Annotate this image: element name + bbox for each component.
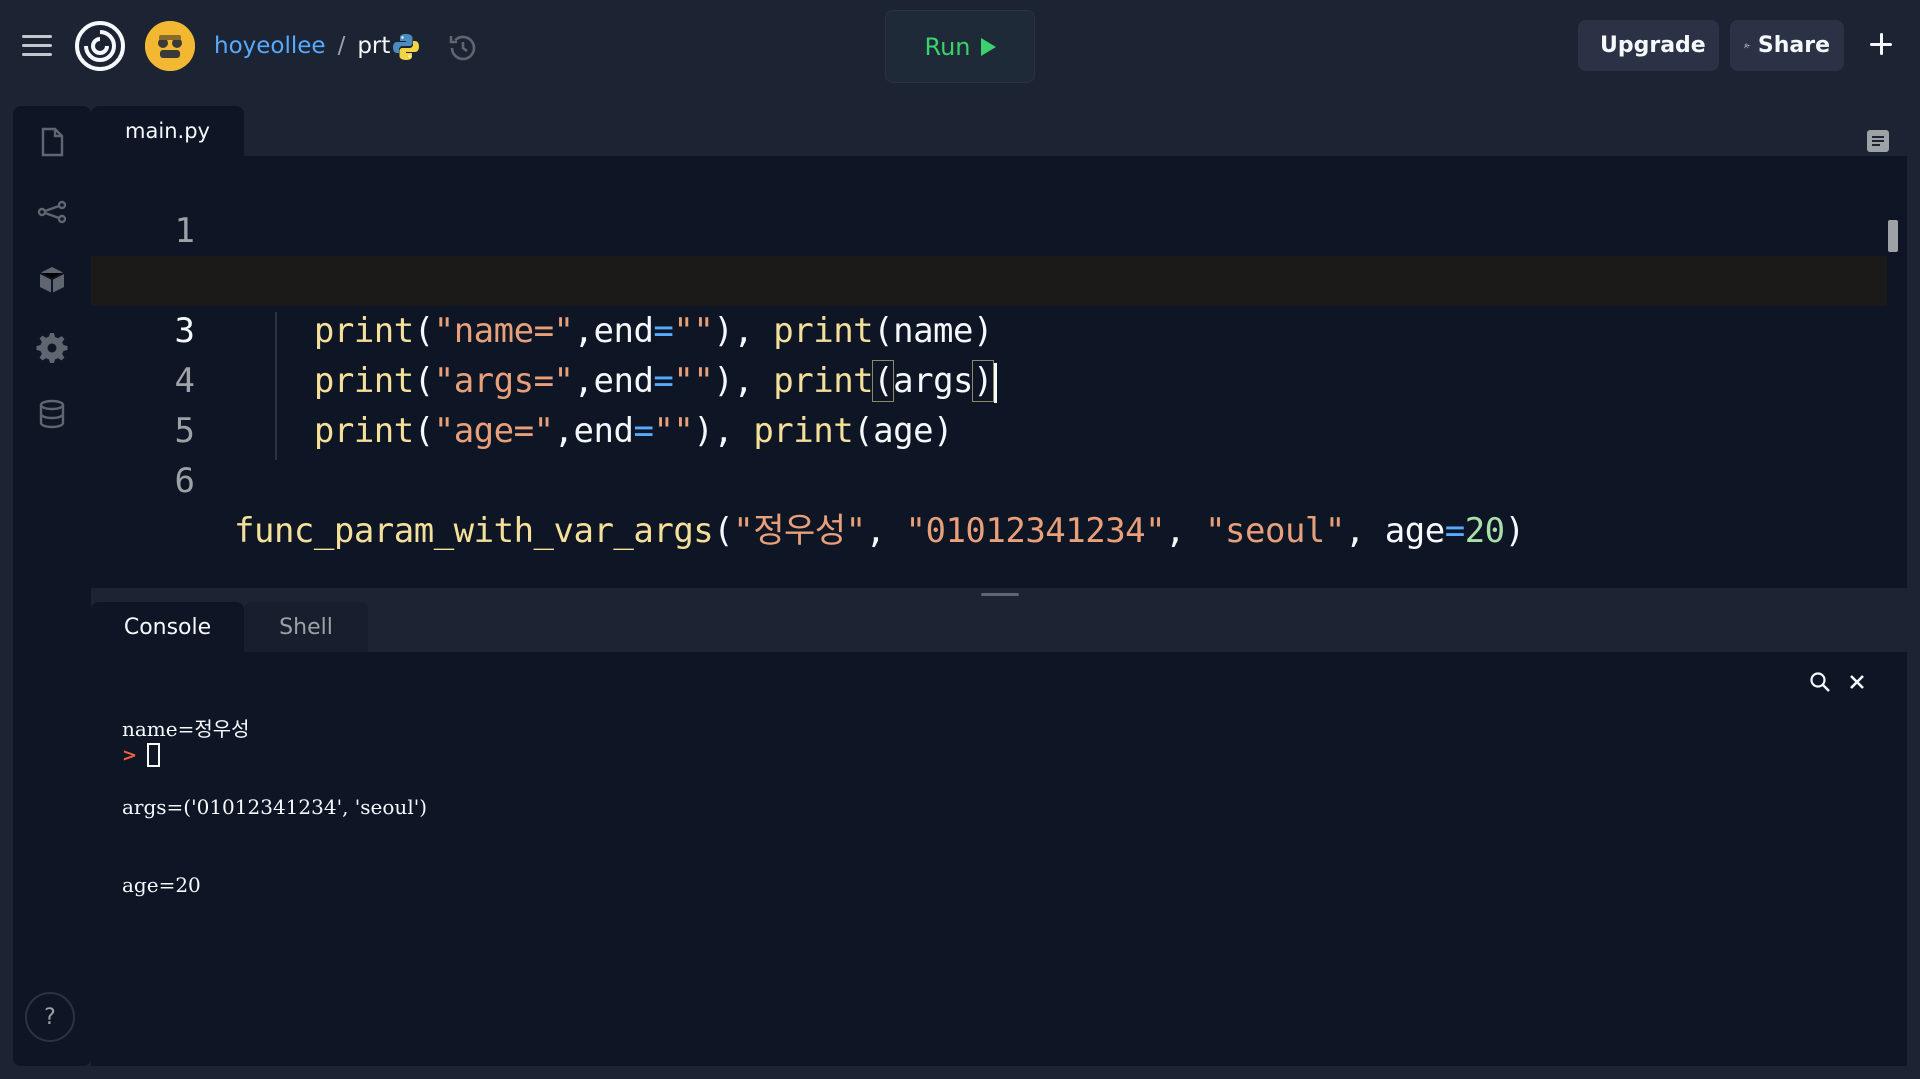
replit-logo-icon[interactable] xyxy=(74,20,126,72)
terminal-cursor xyxy=(147,743,161,767)
console-tab-bar: Console Shell xyxy=(91,602,1907,652)
top-bar: hoyeollee / prt Run Upgrade Share xyxy=(0,0,1920,93)
code-line[interactable]: 4 print("age=",end=""), print(age) xyxy=(91,306,1887,451)
breadcrumb-username[interactable]: hoyeollee xyxy=(214,33,326,59)
help-button[interactable]: ? xyxy=(25,992,75,1042)
line-number: 6 xyxy=(174,461,195,501)
code-line[interactable]: 6 func_param_with_var_args("정우성", "01012… xyxy=(91,406,1887,551)
upgrade-button[interactable]: Upgrade xyxy=(1578,20,1719,71)
console-output-line: args=('01012341234', 'seoul') xyxy=(122,795,428,819)
close-icon[interactable] xyxy=(1845,670,1869,694)
sidebar: ? xyxy=(13,106,91,1066)
tab-console[interactable]: Console xyxy=(91,602,244,652)
python-icon[interactable] xyxy=(390,31,422,63)
play-icon xyxy=(980,37,996,56)
console-output-line: age=20 xyxy=(122,873,201,897)
menu-icon[interactable] xyxy=(22,35,52,57)
code-line-active[interactable]: 3 print("args=",end=""), print(args) xyxy=(91,256,1887,403)
console-output-line: name=정우성 xyxy=(122,717,250,741)
version-control-icon[interactable] xyxy=(36,196,68,228)
code-editor[interactable]: 1 def func_param_with_var_args(name, *ar… xyxy=(91,156,1887,588)
avatar-icon xyxy=(145,21,195,71)
outline-icon[interactable] xyxy=(1865,128,1891,154)
code-line[interactable]: 2 print("name=",end=""), print(name) xyxy=(91,206,1887,351)
add-icon[interactable] xyxy=(1868,31,1894,57)
files-icon[interactable] xyxy=(36,126,68,158)
run-button-label: Run xyxy=(924,32,971,61)
breadcrumb-separator: / xyxy=(337,33,346,59)
database-icon[interactable] xyxy=(36,398,68,430)
breadcrumb: hoyeollee / prt xyxy=(214,29,390,63)
breadcrumb-repl-name[interactable]: prt xyxy=(357,33,390,59)
editor-pane: main.py 1 def func_param_with_var_args(n… xyxy=(91,106,1907,588)
console-pane: Console Shell name=정우성 args=('0101234123… xyxy=(91,602,1907,1066)
console-prompt[interactable]: > xyxy=(122,741,161,769)
pane-resize-handle[interactable] xyxy=(981,593,1019,596)
share-label: Share xyxy=(1757,33,1830,58)
history-icon[interactable] xyxy=(446,31,480,65)
code-line[interactable]: 1 def func_param_with_var_args(name, *ar… xyxy=(91,156,1887,301)
upgrade-label: Upgrade xyxy=(1600,33,1706,58)
search-icon[interactable] xyxy=(1808,670,1832,694)
settings-icon[interactable] xyxy=(36,332,68,364)
tab-shell[interactable]: Shell xyxy=(244,602,368,652)
editor-tab-bar: main.py xyxy=(91,106,1907,156)
console-output: name=정우성 args=('01012341234', 'seoul') a… xyxy=(122,664,427,950)
prompt-chevron-icon: > xyxy=(122,744,138,766)
tab-main-py[interactable]: main.py xyxy=(91,106,244,156)
editor-scrollbar-thumb[interactable] xyxy=(1888,220,1898,252)
avatar[interactable] xyxy=(145,21,195,71)
code-line[interactable]: 5 xyxy=(91,356,1887,451)
code-text: func_param_with_var_args("정우성", "0101234… xyxy=(234,511,1525,551)
share-button[interactable]: Share xyxy=(1730,20,1844,71)
packages-icon[interactable] xyxy=(36,264,68,296)
add-user-icon xyxy=(1744,43,1750,48)
run-button[interactable]: Run xyxy=(885,10,1035,83)
